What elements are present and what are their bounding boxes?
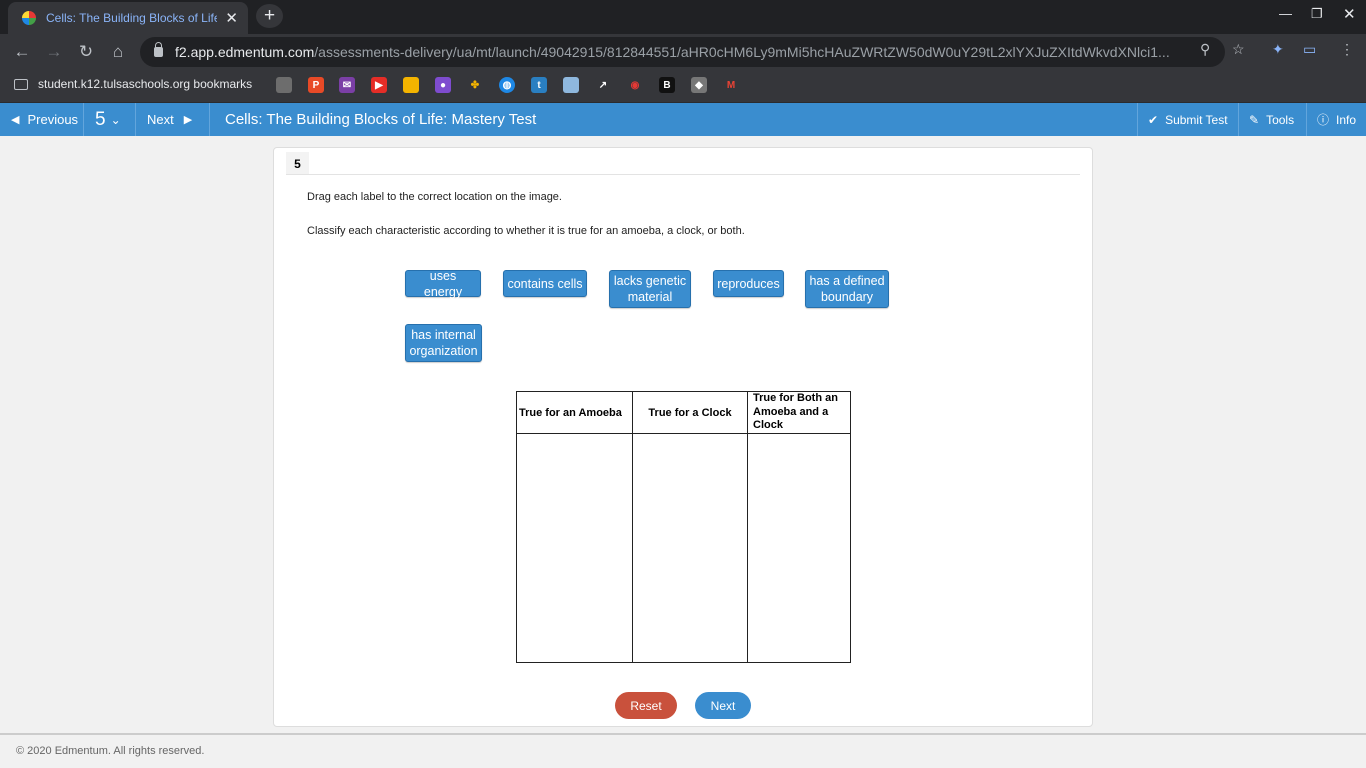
- reload-icon[interactable]: ↻: [74, 40, 98, 64]
- drop-zone-amoeba[interactable]: True for an Amoeba: [517, 392, 632, 662]
- bookmarks-bar: student.k12.tulsaschools.org bookmarks P…: [0, 70, 1366, 103]
- reset-button[interactable]: Reset: [615, 692, 677, 719]
- footer-divider: [0, 733, 1366, 735]
- browser-tabstrip: Cells: The Building Blocks of Life ✕ + —…: [0, 0, 1366, 34]
- folder-icon: [14, 78, 28, 90]
- address-bar[interactable]: f2.app.edmentum.com/assessments-delivery…: [140, 37, 1225, 67]
- next-header-button[interactable]: Next ▶: [136, 103, 210, 136]
- question-select[interactable]: 5 ⌄: [84, 103, 136, 136]
- classification-table: True for an Amoeba True for a Clock True…: [516, 391, 851, 663]
- close-window-icon[interactable]: ✕: [1343, 5, 1356, 23]
- bookmark-calendar-icon[interactable]: [276, 77, 292, 93]
- copyright-footer: © 2020 Edmentum. All rights reserved.: [16, 745, 205, 757]
- forward-icon[interactable]: →: [42, 40, 66, 64]
- home-icon[interactable]: ⌂: [106, 40, 130, 64]
- check-circle-icon: ✔: [1148, 112, 1159, 127]
- previous-button[interactable]: ◀ Previous: [0, 103, 84, 136]
- restore-icon[interactable]: ❐: [1311, 6, 1323, 22]
- back-icon[interactable]: ←: [10, 40, 34, 64]
- tab-title: Cells: The Building Blocks of Life: [46, 11, 218, 25]
- instruction-classify: Classify each characteristic according t…: [307, 225, 745, 237]
- test-title: Cells: The Building Blocks of Life: Mast…: [225, 111, 537, 128]
- tools-button[interactable]: ✎ Tools: [1238, 103, 1306, 136]
- bookmark-slides-icon[interactable]: [403, 77, 419, 93]
- bookmark-gmail-icon[interactable]: M: [723, 77, 739, 93]
- bookmark-building-icon[interactable]: [563, 77, 579, 93]
- next-button[interactable]: Next: [695, 692, 751, 719]
- bookmark-globe-icon[interactable]: ◍: [499, 77, 515, 93]
- bookmark-roblox-icon[interactable]: ◆: [691, 77, 707, 93]
- bookmark-pinwheel-icon[interactable]: ✤: [467, 77, 483, 93]
- bookmark-b-icon[interactable]: B: [659, 77, 675, 93]
- new-tab-button[interactable]: +: [256, 4, 283, 28]
- zoom-icon[interactable]: ⚲: [1200, 41, 1210, 58]
- lock-icon: [154, 42, 163, 57]
- extensions-puzzle-icon[interactable]: ✦: [1272, 41, 1284, 58]
- label-uses-energy[interactable]: uses energy: [405, 269, 481, 299]
- chevron-down-icon: ⌄: [110, 112, 121, 127]
- menu-icon[interactable]: ⋮: [1340, 41, 1354, 58]
- submit-test-button[interactable]: ✔ Submit Test: [1137, 103, 1238, 136]
- column-header-both: True for Both an Amoeba and a Clock: [748, 392, 850, 434]
- wrench-icon: ✎: [1249, 112, 1260, 127]
- bookmarks-folder[interactable]: student.k12.tulsaschools.org bookmarks: [14, 77, 252, 91]
- bookmark-arrow-icon[interactable]: ↗: [595, 77, 611, 93]
- divider: [286, 174, 1080, 175]
- bookmark-dot-icon[interactable]: ◉: [627, 77, 643, 93]
- drop-zone-both[interactable]: True for Both an Amoeba and a Clock: [747, 392, 850, 662]
- bookmark-circle-icon[interactable]: ●: [435, 77, 451, 93]
- edmentum-favicon-icon: [22, 11, 36, 25]
- info-button[interactable]: ⓘ Info: [1306, 103, 1366, 136]
- test-header: ◀ Previous 5 ⌄ Next ▶ Cells: The Buildin…: [0, 103, 1366, 136]
- previous-arrow-icon: ◀: [11, 114, 20, 126]
- bookmark-youtube-icon[interactable]: ▶: [371, 77, 387, 93]
- question-panel: 5 Drag each label to the correct locatio…: [273, 147, 1093, 727]
- next-arrow-icon: ▶: [183, 114, 193, 126]
- bookmark-star-icon[interactable]: ☆: [1232, 41, 1245, 58]
- cast-icon[interactable]: ▭: [1303, 41, 1316, 58]
- label-contains-cells[interactable]: contains cells: [503, 270, 587, 297]
- label-reproduces[interactable]: reproduces: [713, 270, 784, 297]
- url-text: f2.app.edmentum.com/assessments-delivery…: [175, 44, 1170, 60]
- label-has-internal-organization[interactable]: has internal organization: [405, 324, 482, 362]
- label-has-defined-boundary[interactable]: has a defined boundary: [805, 270, 889, 308]
- bookmark-p-icon[interactable]: P: [308, 77, 324, 93]
- close-tab-icon[interactable]: ✕: [225, 9, 238, 27]
- column-header-clock: True for a Clock: [633, 392, 747, 434]
- bookmark-t-icon[interactable]: t: [531, 77, 547, 93]
- drop-zone-clock[interactable]: True for a Clock: [632, 392, 747, 662]
- info-icon: ⓘ: [1317, 113, 1330, 127]
- label-lacks-genetic-material[interactable]: lacks genetic material: [609, 270, 691, 308]
- bookmark-mail-icon[interactable]: ✉: [339, 77, 355, 93]
- column-header-amoeba: True for an Amoeba: [517, 392, 632, 434]
- browser-tab[interactable]: Cells: The Building Blocks of Life ✕: [8, 2, 248, 34]
- browser-toolbar: ← → ↻ ⌂ f2.app.edmentum.com/assessments-…: [0, 34, 1366, 70]
- question-number: 5: [286, 152, 309, 175]
- instruction-drag: Drag each label to the correct location …: [307, 191, 562, 203]
- minimize-icon[interactable]: —: [1279, 6, 1292, 21]
